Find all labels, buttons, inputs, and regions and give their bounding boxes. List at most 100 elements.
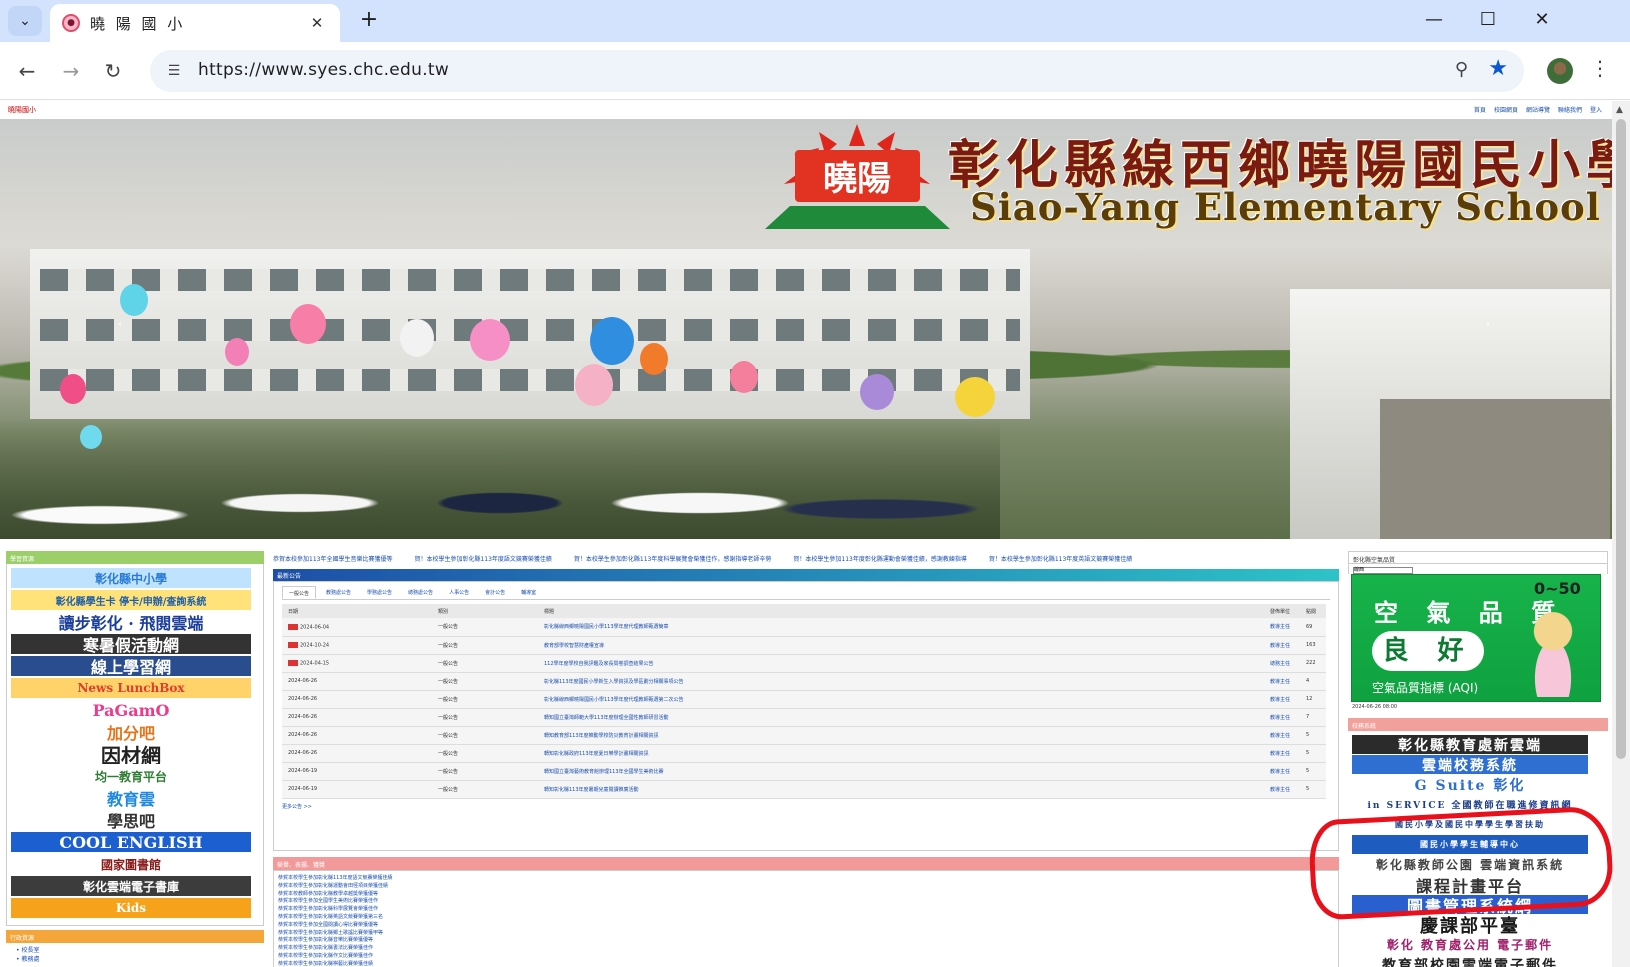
honor-item[interactable]: 恭賀本校學生參加全國學生美術比賽榮獲佳作	[278, 898, 1334, 906]
learning-link-logo[interactable]: COOL ENGLISH	[11, 832, 251, 852]
news-title[interactable]: 轉知教育部113年度推動學校防災教育計畫相關資訊	[538, 726, 1264, 745]
news-title[interactable]: 彰化縣113年度國民小學新生入學資訊及學區劃分相關事項公告	[538, 672, 1264, 691]
honor-item[interactable]: 恭賀本校教師參加彰化縣教學卓越獎榮獲優等	[278, 891, 1334, 899]
learning-link-logo[interactable]: 寒暑假活動網	[11, 634, 251, 654]
banner-next-icon[interactable]: ›	[1486, 319, 1490, 330]
news-tab[interactable]: 會計公告	[479, 586, 511, 599]
news-title[interactable]: 轉知國立臺灣師範大學113年度辦理全國性教師研習活動	[538, 708, 1264, 727]
zoom-icon[interactable]: ⚲	[1455, 59, 1468, 80]
address-bar[interactable]: ☰ https://www.syes.chc.edu.tw ⚲ ★	[150, 50, 1524, 92]
system-link-logo[interactable]: 慶課部平臺	[1352, 915, 1588, 934]
news-title[interactable]: 轉知彰化縣政府113年度夏日樂學計畫相關資訊	[538, 744, 1264, 763]
top-link[interactable]: 登入	[1590, 105, 1602, 114]
marquee-item[interactable]: 賀！本校學生參加彰化縣113年度語文競賽榮獲佳績	[414, 556, 551, 563]
window-close-button[interactable]: ✕	[1514, 0, 1570, 40]
news-unit[interactable]: 教導主任	[1264, 672, 1300, 691]
news-unit[interactable]: 總務主任	[1264, 654, 1300, 673]
learning-link-logo[interactable]: 線上學習網	[11, 656, 251, 676]
news-tab[interactable]: 總務處公告	[402, 586, 439, 599]
tab-search-chevron-icon[interactable]: ⌄	[8, 6, 42, 36]
learning-link-logo[interactable]: 教育雲	[11, 788, 251, 808]
aqi-site-select[interactable]: 線西	[1353, 567, 1413, 574]
news-unit[interactable]: 教導主任	[1264, 744, 1300, 763]
system-link-logo[interactable]: G Suite 彰化	[1352, 775, 1588, 794]
news-title[interactable]: 112學年度學校自我評鑑及家長問卷調查結果公告	[538, 654, 1264, 673]
learning-link-logo[interactable]: PaGamO	[11, 700, 251, 720]
back-arrow-icon[interactable]: ←	[12, 56, 42, 86]
minimize-button[interactable]: —	[1406, 0, 1462, 40]
learning-link-logo[interactable]: 因材網	[11, 744, 251, 764]
bookmark-star-icon[interactable]: ★	[1488, 56, 1508, 81]
news-title[interactable]: 轉知彰化縣113年度暑期兒童閱讀推廣活動	[538, 780, 1264, 799]
system-link-logo[interactable]: 彰化縣教育處新雲端	[1352, 735, 1588, 754]
news-title[interactable]: 教育部學校智慧財產權宣導	[538, 636, 1264, 655]
news-title[interactable]: 彰化縣線西鄉曉陽國民小學113學年度代理教師甄選第二次公告	[538, 690, 1264, 709]
news-tab[interactable]: 人事公告	[443, 586, 475, 599]
honor-item[interactable]: 恭賀本校學生參加彰化縣鄉土歌謠比賽榮獲甲等	[278, 930, 1334, 938]
marquee-item[interactable]: 賀！本校學生參加彰化縣113年度科學展覽會榮獲佳作，感謝指導老師辛勞	[574, 556, 771, 563]
honor-item[interactable]: 恭賀本校學生參加彰化縣書法比賽榮獲佳作	[278, 945, 1334, 953]
system-link-logo[interactable]: 彰化 教育處公用 電子郵件	[1352, 935, 1588, 954]
browser-tab-active[interactable]: ● 曉 陽 國 小 ✕	[50, 4, 340, 42]
top-link[interactable]: 網站導覽	[1526, 105, 1550, 114]
learning-link-logo[interactable]: 彰化縣中小學	[11, 568, 251, 588]
top-link[interactable]: 首頁	[1474, 105, 1486, 114]
system-link-logo[interactable]: 教育部校園雲端電子郵件	[1352, 955, 1588, 967]
admin-link[interactable]: • 教務處	[16, 954, 254, 963]
news-title[interactable]: 彰化縣線西鄉曉陽國民小學113學年度代理教師甄選簡章	[538, 618, 1264, 637]
news-unit[interactable]: 教導主任	[1264, 762, 1300, 781]
honor-item[interactable]: 恭賀本校學生參加全國閱讀心得比賽榮獲優等	[278, 922, 1334, 930]
top-link[interactable]: 校園網頁	[1494, 105, 1518, 114]
learning-link-logo[interactable]: 國家圖書館	[11, 854, 251, 874]
honor-item[interactable]: 恭賀本校學生參加彰化縣音樂比賽榮獲優等	[278, 937, 1334, 945]
honor-item[interactable]: 恭賀本校學生參加彰化縣運動會田徑項目榮獲佳績	[278, 883, 1334, 891]
learning-link-logo[interactable]: 均一教育平台	[11, 766, 251, 786]
system-link-logo[interactable]: 雲端校務系統	[1352, 755, 1588, 774]
learning-link-logo[interactable]: Kids	[11, 898, 251, 918]
honor-item[interactable]: 恭賀本校學生參加彰化縣作文比賽榮獲佳作	[278, 953, 1334, 961]
news-hits: 5	[1300, 744, 1326, 763]
news-unit[interactable]: 教導主任	[1264, 690, 1300, 709]
honor-item[interactable]: 恭賀本校學生參加彰化縣113年度語文競賽榮獲佳績	[278, 875, 1334, 883]
page-scrollbar[interactable]: ▲	[1612, 101, 1630, 967]
learning-link-logo[interactable]: 彰化縣學生卡 停卡/申辦/查詢系統	[11, 590, 251, 610]
news-tab[interactable]: 一般公告	[282, 586, 317, 599]
site-logo-text[interactable]: 曉陽國小	[8, 105, 36, 115]
profile-avatar[interactable]	[1547, 58, 1573, 84]
reload-icon[interactable]: ↻	[98, 56, 128, 86]
news-more-link[interactable]: 更多公告 >>	[282, 803, 1330, 810]
aqi-widget[interactable]: 空 氣 品 質 良 好 空氣品質指標 (AQI) 0~50	[1351, 574, 1601, 702]
marquee-item[interactable]: 賀！本校學生參加彰化縣113年度英語文競賽榮獲佳績	[989, 556, 1132, 563]
news-unit[interactable]: 教導主任	[1264, 618, 1300, 637]
news-unit[interactable]: 教導主任	[1264, 726, 1300, 745]
tab-close-icon[interactable]: ✕	[306, 14, 328, 32]
honor-item[interactable]: 恭賀本校學生參加彰化縣英語文競賽榮獲第三名	[278, 914, 1334, 922]
marquee-item[interactable]: 恭賀本校參加113年全國學生音樂比賽獲優等	[273, 556, 392, 563]
marquee-item[interactable]: 賀！本校學生參加113年度彰化縣運動會榮獲佳績，感謝教練指導	[793, 556, 966, 563]
news-unit[interactable]: 教導主任	[1264, 636, 1300, 655]
browser-menu-icon[interactable]: ⋮	[1590, 56, 1610, 80]
scroll-up-icon[interactable]: ▲	[1616, 105, 1623, 115]
honor-item[interactable]: 恭賀本校學生參加彰化縣棋藝比賽榮獲佳績	[278, 961, 1334, 967]
news-title[interactable]: 轉知國立臺灣藝術教育館辦理113年全國學生美術比賽	[538, 762, 1264, 781]
learning-link-logo[interactable]: 學思吧	[11, 810, 251, 830]
learning-link-logo[interactable]: 讀步彰化 · 飛閱雲端	[11, 612, 251, 632]
learning-link-logo[interactable]: 彰化雲端電子書庫	[11, 876, 251, 896]
learning-link-logo[interactable]: 加分吧	[11, 722, 251, 742]
honor-item[interactable]: 恭賀本校學生參加彰化縣科學展覽會榮獲佳作	[278, 906, 1334, 914]
admin-link[interactable]: • 校長室	[16, 945, 254, 954]
top-link[interactable]: 聯絡我們	[1558, 105, 1582, 114]
url-text[interactable]: https://www.syes.chc.edu.tw	[198, 60, 449, 80]
forward-arrow-icon[interactable]: →	[56, 56, 86, 86]
news-unit[interactable]: 教導主任	[1264, 780, 1300, 799]
maximize-button[interactable]: ☐	[1460, 0, 1516, 40]
banner-prev-icon[interactable]: ‹	[118, 319, 122, 330]
news-unit[interactable]: 教導主任	[1264, 708, 1300, 727]
learning-link-logo[interactable]: News LunchBox	[11, 678, 251, 698]
news-tab[interactable]: 學務處公告	[361, 586, 398, 599]
scroll-thumb[interactable]	[1616, 119, 1626, 759]
new-tab-button[interactable]: +	[354, 6, 384, 36]
news-tab[interactable]: 教務處公告	[320, 586, 357, 599]
site-info-icon[interactable]: ☰	[164, 61, 184, 81]
news-tab[interactable]: 輔導室	[515, 586, 542, 599]
